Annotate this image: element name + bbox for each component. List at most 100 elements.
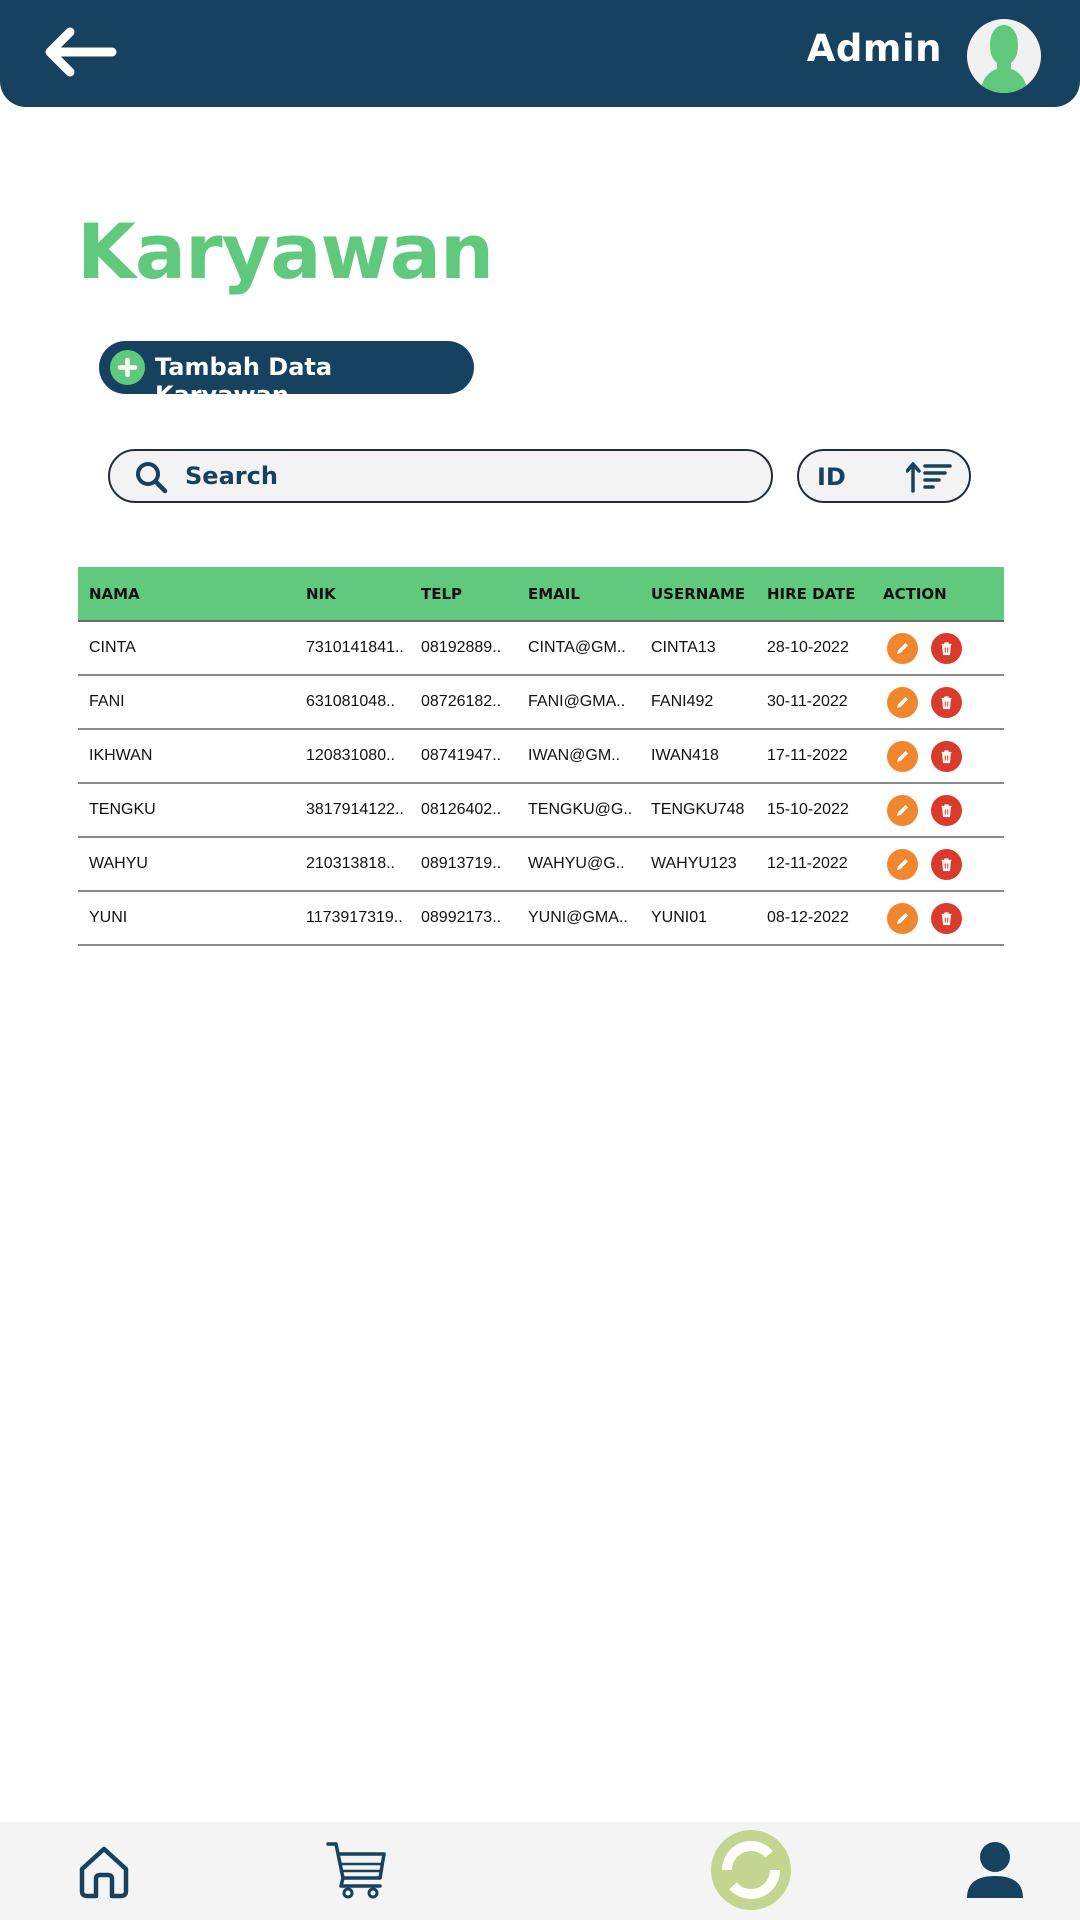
cell-email: FANI@GMA.. (517, 675, 640, 730)
cell-hire-date: 28-10-2022 (756, 621, 872, 676)
cell-telp: 08192889.. (410, 621, 517, 676)
table-row[interactable]: FANI 631081048.. 08726182.. FANI@GMA.. F… (78, 675, 1004, 730)
cell-telp: 08741947.. (410, 729, 517, 784)
delete-button[interactable] (931, 632, 962, 664)
column-header-telp[interactable]: TELP (410, 567, 517, 622)
trash-icon (941, 749, 952, 763)
trash-icon (941, 911, 952, 925)
cell-nik: 1173917319.. (295, 891, 410, 946)
trash-icon (941, 641, 952, 655)
cell-username: CINTA13 (640, 621, 756, 676)
cell-username: TENGKU748 (640, 783, 756, 838)
table-row[interactable]: WAHYU 210313818.. 08913719.. WAHYU@G.. W… (78, 837, 1004, 892)
cart-icon (326, 1842, 386, 1899)
nav-profile[interactable] (966, 1840, 1024, 1900)
cell-nama: IKHWAN (78, 729, 295, 784)
edit-button[interactable] (887, 686, 918, 718)
cell-email: TENGKU@G.. (517, 783, 640, 838)
cell-username: YUNI01 (640, 891, 756, 946)
delete-button[interactable] (931, 686, 962, 718)
add-employee-button[interactable]: Tambah Data Karyawan (99, 341, 474, 409)
edit-button[interactable] (887, 902, 918, 934)
user-avatar-icon (981, 25, 1027, 93)
table-row[interactable]: IKHWAN 120831080.. 08741947.. IWAN@GM.. … (78, 729, 1004, 784)
cell-username: FANI492 (640, 675, 756, 730)
trash-icon (941, 803, 952, 817)
table-row[interactable]: YUNI 1173917319.. 08992173.. YUNI@GMA.. … (78, 891, 1004, 946)
edit-button[interactable] (887, 632, 918, 664)
cell-action (872, 729, 1004, 784)
edit-button[interactable] (887, 794, 918, 826)
cell-nik: 631081048.. (295, 675, 410, 730)
cell-action (872, 837, 1004, 892)
sync-icon (711, 1830, 791, 1910)
cell-action (872, 621, 1004, 676)
trash-icon (941, 857, 952, 871)
cell-hire-date: 12-11-2022 (756, 837, 872, 892)
pencil-icon (897, 642, 908, 654)
pencil-icon (897, 858, 908, 870)
edit-button[interactable] (887, 740, 918, 772)
cell-nama: WAHYU (78, 837, 295, 892)
column-header-nama[interactable]: NAMA (78, 567, 295, 622)
cell-nama: TENGKU (78, 783, 295, 838)
cell-telp: 08726182.. (410, 675, 517, 730)
column-header-nik[interactable]: NIK (295, 567, 410, 622)
sort-field-label: ID (817, 463, 846, 491)
plus-circle-icon (110, 350, 145, 385)
column-header-action: ACTION (872, 567, 1004, 622)
search-input[interactable] (185, 458, 745, 494)
nav-home[interactable] (76, 1844, 132, 1900)
page-title: Karyawan (77, 207, 494, 296)
cell-nama: CINTA (78, 621, 295, 676)
employee-table: NAMA NIK TELP EMAIL USERNAME HIRE DATE A… (78, 567, 1004, 946)
cell-email: YUNI@GMA.. (517, 891, 640, 946)
column-header-hire-date[interactable]: HIRE DATE (756, 567, 872, 622)
add-employee-label: Tambah Data Karyawan (155, 353, 333, 409)
sort-selector[interactable]: ID (797, 449, 971, 503)
admin-name: Admin (806, 27, 942, 70)
back-button[interactable] (40, 22, 120, 82)
delete-button[interactable] (931, 740, 962, 772)
cell-hire-date: 15-10-2022 (756, 783, 872, 838)
cell-email: WAHYU@G.. (517, 837, 640, 892)
bottom-navigation (0, 1822, 1080, 1920)
pencil-icon (897, 804, 908, 816)
cell-nik: 120831080.. (295, 729, 410, 784)
cell-email: CINTA@GM.. (517, 621, 640, 676)
cell-nama: YUNI (78, 891, 295, 946)
table-header-row: NAMA NIK TELP EMAIL USERNAME HIRE DATE A… (78, 567, 1004, 622)
column-header-username[interactable]: USERNAME (640, 567, 756, 622)
home-icon (79, 1846, 129, 1899)
top-header: Admin (0, 0, 1080, 107)
sort-ascending-icon (906, 462, 952, 493)
pencil-icon (897, 912, 908, 924)
column-header-email[interactable]: EMAIL (517, 567, 640, 622)
cell-telp: 08126402.. (410, 783, 517, 838)
pencil-icon (897, 696, 908, 708)
cell-hire-date: 17-11-2022 (756, 729, 872, 784)
edit-button[interactable] (887, 848, 918, 880)
cell-nik: 210313818.. (295, 837, 410, 892)
cell-telp: 08992173.. (410, 891, 517, 946)
cell-nik: 7310141841.. (295, 621, 410, 676)
delete-button[interactable] (931, 848, 962, 880)
avatar[interactable] (967, 19, 1041, 93)
cell-hire-date: 30-11-2022 (756, 675, 872, 730)
search-icon (136, 462, 168, 494)
delete-button[interactable] (931, 794, 962, 826)
pencil-icon (897, 750, 908, 762)
profile-icon (967, 1842, 1023, 1898)
table-row[interactable]: TENGKU 3817914122.. 08126402.. TENGKU@G.… (78, 783, 1004, 838)
nav-sync[interactable] (711, 1830, 791, 1910)
cell-username: IWAN418 (640, 729, 756, 784)
cell-hire-date: 08-12-2022 (756, 891, 872, 946)
delete-button[interactable] (931, 902, 962, 934)
nav-cart[interactable] (326, 1840, 388, 1900)
table-row[interactable]: CINTA 7310141841.. 08192889.. CINTA@GM..… (78, 621, 1004, 676)
cell-nik: 3817914122.. (295, 783, 410, 838)
cell-action (872, 675, 1004, 730)
cell-telp: 08913719.. (410, 837, 517, 892)
cell-action (872, 783, 1004, 838)
trash-icon (941, 695, 952, 709)
